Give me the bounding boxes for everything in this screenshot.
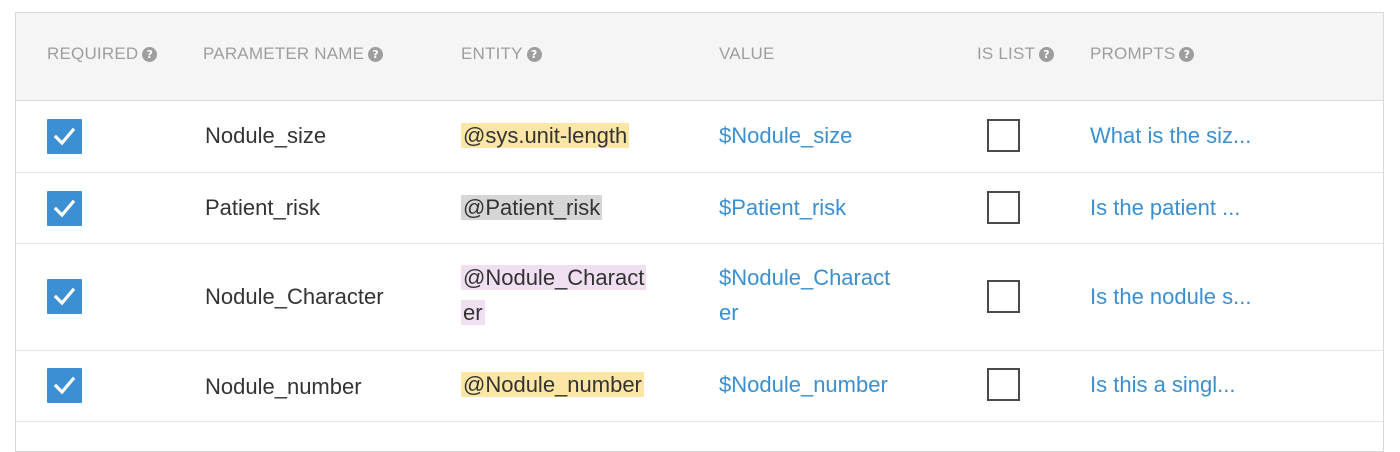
- help-icon[interactable]: ?: [368, 46, 384, 62]
- checkmark-icon: [53, 287, 76, 306]
- column-header-label: VALUE: [719, 44, 775, 63]
- entity-cell[interactable]: @Patient_risk: [461, 195, 603, 221]
- value-link[interactable]: $Nodule_size: [719, 123, 852, 149]
- required-checkbox[interactable]: [47, 279, 82, 314]
- help-icon[interactable]: ?: [526, 46, 542, 62]
- entity-cell[interactable]: @sys.unit-length: [461, 123, 630, 149]
- is-list-checkbox[interactable]: [987, 368, 1020, 401]
- parameter-name[interactable]: Patient_risk: [205, 195, 320, 221]
- is-list-checkbox[interactable]: [987, 191, 1020, 224]
- checkmark-icon: [53, 127, 76, 146]
- entity-cell[interactable]: @Nodule_number: [461, 372, 644, 398]
- entity-chip[interactable]: @Nodule_number: [461, 372, 644, 397]
- checkmark-icon: [53, 199, 76, 218]
- table-row: Nodule_Character @Nodule_Charact er $Nod…: [16, 244, 1383, 351]
- column-header-parameter-name: PARAMETER NAME ?: [203, 44, 384, 64]
- entity-chip-line-2[interactable]: er: [461, 300, 485, 325]
- table-row: Patient_risk @Patient_risk $Patient_risk…: [16, 173, 1383, 244]
- help-icon[interactable]: ?: [1039, 46, 1055, 62]
- column-header-label: PROMPTS: [1090, 44, 1176, 63]
- required-checkbox[interactable]: [47, 368, 82, 403]
- column-header-label: REQUIRED: [47, 44, 139, 63]
- required-checkbox[interactable]: [47, 119, 82, 154]
- value-line-1[interactable]: $Nodule_Charact: [719, 265, 890, 290]
- column-header-value: VALUE: [719, 44, 775, 64]
- table-row: Nodule_size @sys.unit-length $Nodule_siz…: [16, 101, 1383, 173]
- table-row: Nodule_number @Nodule_number $Nodule_num…: [16, 351, 1383, 422]
- table-header: REQUIRED ? PARAMETER NAME ? ENTITY ? VAL…: [16, 13, 1383, 101]
- value-link[interactable]: $Patient_risk: [719, 195, 846, 221]
- column-header-prompts: PROMPTS ?: [1090, 44, 1195, 64]
- column-header-entity: ENTITY ?: [461, 44, 542, 64]
- parameter-name[interactable]: Nodule_number: [205, 374, 362, 400]
- prompts-link[interactable]: What is the siz...: [1090, 123, 1251, 149]
- table-row-partial: [16, 422, 1383, 452]
- help-icon[interactable]: ?: [142, 46, 158, 62]
- is-list-checkbox[interactable]: [987, 280, 1020, 313]
- value-line-2[interactable]: er: [719, 300, 739, 325]
- is-list-checkbox[interactable]: [987, 119, 1020, 152]
- parameters-table: REQUIRED ? PARAMETER NAME ? ENTITY ? VAL…: [15, 12, 1384, 452]
- parameter-name[interactable]: Nodule_size: [205, 123, 326, 149]
- parameter-name[interactable]: Nodule_Character: [205, 284, 384, 310]
- value-link[interactable]: $Nodule_Charact er: [719, 260, 919, 330]
- column-header-label: PARAMETER NAME: [203, 44, 365, 63]
- value-link[interactable]: $Nodule_number: [719, 372, 888, 398]
- entity-chip-line-1[interactable]: @Nodule_Charact: [461, 265, 647, 290]
- entity-chip[interactable]: @sys.unit-length: [461, 123, 630, 148]
- column-header-label: ENTITY: [461, 44, 523, 63]
- column-header-is-list: IS LIST ?: [977, 44, 1055, 64]
- entity-chip[interactable]: @Patient_risk: [461, 195, 603, 220]
- prompts-link[interactable]: Is the nodule s...: [1090, 284, 1251, 310]
- checkmark-icon: [53, 376, 76, 395]
- prompts-link[interactable]: Is this a singl...: [1090, 372, 1236, 398]
- prompts-link[interactable]: Is the patient ...: [1090, 195, 1240, 221]
- help-icon[interactable]: ?: [1179, 46, 1195, 62]
- required-checkbox[interactable]: [47, 191, 82, 226]
- entity-cell[interactable]: @Nodule_Charact er: [461, 260, 661, 330]
- column-header-label: IS LIST: [977, 44, 1036, 63]
- column-header-required: REQUIRED ?: [47, 44, 158, 64]
